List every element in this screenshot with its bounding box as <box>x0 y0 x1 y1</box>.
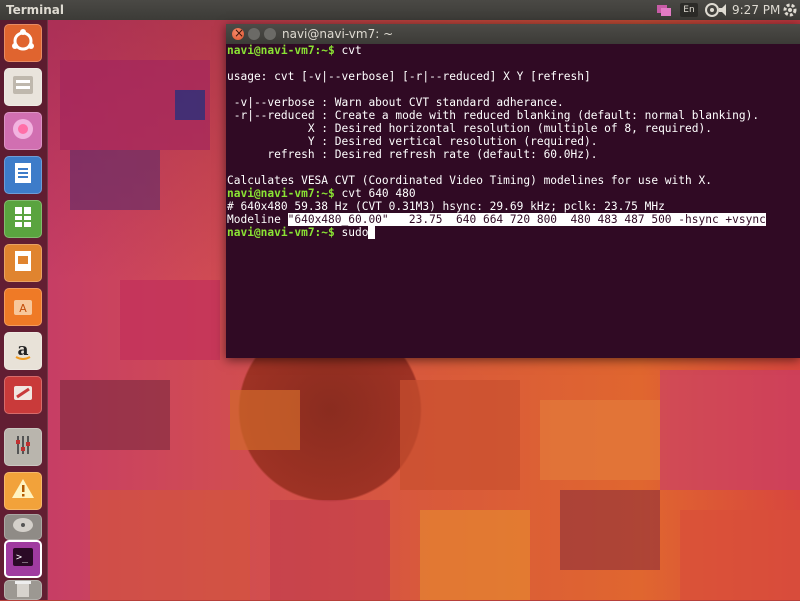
terminal-launcher[interactable]: >_ <box>4 540 42 578</box>
terminal-line: navi@navi-vm7:~$ cvt 640 480 <box>227 187 800 200</box>
spreadsheet-icon <box>10 204 36 234</box>
close-icon[interactable] <box>232 23 244 43</box>
sliders-icon <box>10 432 36 462</box>
dash-home-button[interactable] <box>4 24 42 62</box>
volume-icon[interactable] <box>718 2 730 18</box>
terminal-line: usage: cvt [-v|--verbose] [-r|--reduced]… <box>227 70 800 83</box>
line-text: cvt 640 480 <box>334 187 416 200</box>
line-text: sudo <box>334 226 369 239</box>
maximize-icon[interactable] <box>264 28 276 40</box>
line-text: refresh : Desired refresh rate (default:… <box>227 148 598 161</box>
system-settings-launcher[interactable] <box>4 428 42 466</box>
ubuntu-one-launcher[interactable] <box>4 376 42 414</box>
svg-text:A: A <box>19 302 27 315</box>
browser-icon <box>10 116 36 146</box>
terminal-icon: >_ <box>10 544 36 574</box>
ubuntu-one-icon <box>10 380 36 410</box>
selected-text[interactable]: "640x480_60.00" 23.75 640 664 720 800 48… <box>287 213 766 226</box>
terminal-window[interactable]: navi@navi-vm7: ~ navi@navi-vm7:~$ cvt usa… <box>226 23 800 358</box>
terminal-line: Modeline "640x480_60.00" 23.75 640 664 7… <box>227 213 800 226</box>
file-cabinet-icon <box>10 72 36 102</box>
line-text: Modeline <box>227 213 288 226</box>
keyboard-layout-label: En <box>680 3 698 17</box>
software-center-launcher[interactable]: A <box>4 288 42 326</box>
terminal-line: -v|--verbose : Warn about CVT standard a… <box>227 96 800 109</box>
trash-launcher[interactable] <box>4 580 42 600</box>
amazon-icon: a <box>10 336 36 366</box>
keyboard-layout-icon[interactable]: En <box>680 2 698 18</box>
terminal-line: Y : Desired vertical resolution (require… <box>227 135 800 148</box>
update-manager-launcher[interactable] <box>4 472 42 510</box>
terminal-line: # 640x480 59.38 Hz (CVT 0.31M3) hsync: 2… <box>227 200 800 213</box>
active-app-title: Terminal <box>6 3 65 17</box>
clock[interactable]: 9:27 PM <box>732 0 780 20</box>
warning-icon <box>10 476 36 506</box>
top-panel: Terminal En 9:27 PM <box>0 0 800 20</box>
shopping-bag-icon: A <box>10 292 36 322</box>
trash-icon <box>10 579 36 601</box>
line-text: cvt <box>334 44 362 57</box>
amazon-launcher[interactable]: a <box>4 332 42 370</box>
terminal-line: Calculates VESA CVT (Coordinated Video T… <box>227 174 800 187</box>
line-text: -v|--verbose : Warn about CVT standard a… <box>227 96 564 109</box>
line-text: usage: cvt [-v|--verbose] [-r|--reduced]… <box>227 70 591 83</box>
disk-icon <box>10 515 36 539</box>
terminal-output[interactable]: navi@navi-vm7:~$ cvt usage: cvt [-v|--ver… <box>226 44 800 358</box>
launcher: A a >_ <box>0 20 48 600</box>
settings-gear-icon[interactable] <box>782 2 798 18</box>
firefox-launcher[interactable] <box>4 112 42 150</box>
svg-text:>_: >_ <box>16 552 29 563</box>
terminal-titlebar[interactable]: navi@navi-vm7: ~ <box>226 23 800 44</box>
line-text: -r|--reduced : Create a mode with reduce… <box>227 109 760 122</box>
writer-launcher[interactable] <box>4 156 42 194</box>
terminal-line: navi@navi-vm7:~$ sudo <box>227 226 800 239</box>
ubuntu-logo-icon <box>10 28 36 58</box>
text-cursor <box>368 226 376 239</box>
svg-text:a: a <box>17 340 28 360</box>
shell-prompt: navi@navi-vm7:~$ <box>227 187 335 200</box>
terminal-title: navi@navi-vm7: ~ <box>282 27 394 41</box>
terminal-line: refresh : Desired refresh rate (default:… <box>227 148 800 161</box>
disks-launcher[interactable] <box>4 514 42 540</box>
shell-prompt: navi@navi-vm7:~$ <box>227 44 335 57</box>
terminal-line: -r|--reduced : Create a mode with reduce… <box>227 109 800 122</box>
presentation-icon <box>10 248 36 278</box>
terminal-line: navi@navi-vm7:~$ cvt <box>227 44 800 57</box>
line-text: Calculates VESA CVT (Coordinated Video T… <box>227 174 712 187</box>
line-text: X : Desired horizontal resolution (multi… <box>227 122 712 135</box>
terminal-line: X : Desired horizontal resolution (multi… <box>227 122 800 135</box>
files-launcher[interactable] <box>4 68 42 106</box>
messaging-icon[interactable] <box>656 2 672 18</box>
calc-launcher[interactable] <box>4 200 42 238</box>
document-icon <box>10 160 36 190</box>
line-text: # 640x480 59.38 Hz (CVT 0.31M3) hsync: 2… <box>227 200 665 213</box>
line-text: Y : Desired vertical resolution (require… <box>227 135 598 148</box>
shell-prompt: navi@navi-vm7:~$ <box>227 226 335 239</box>
minimize-icon[interactable] <box>248 28 260 40</box>
impress-launcher[interactable] <box>4 244 42 282</box>
